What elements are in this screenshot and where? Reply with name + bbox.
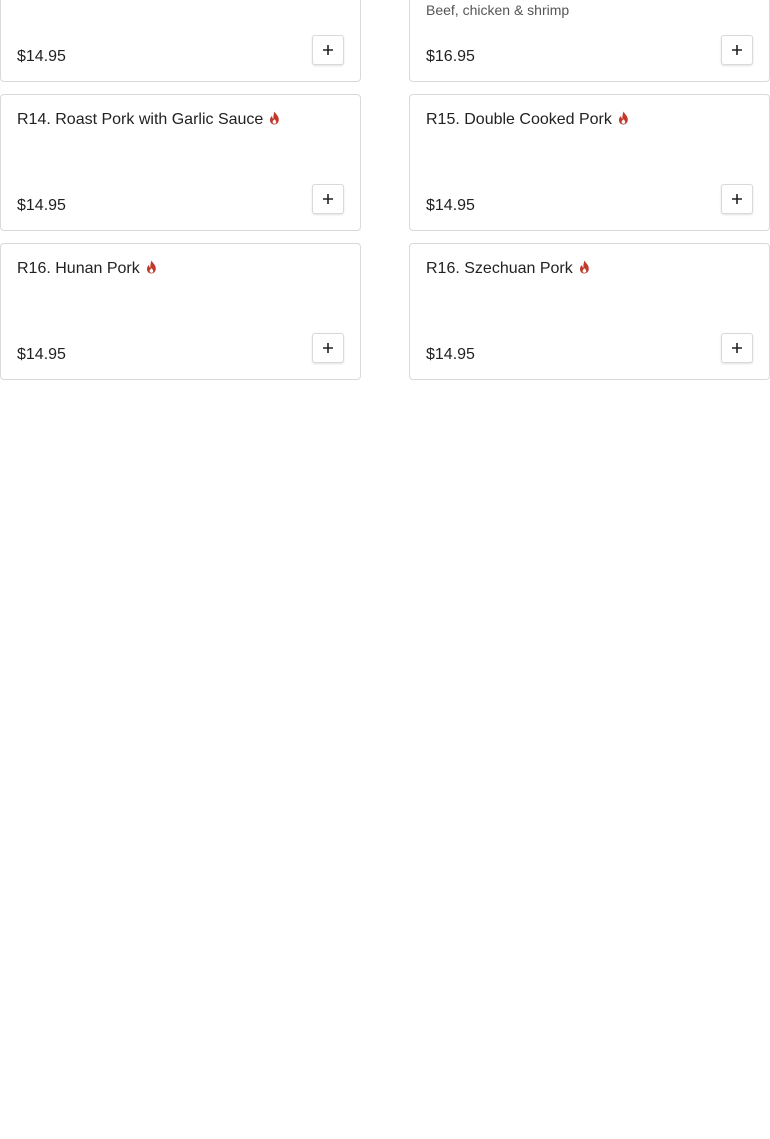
menu-item-price: $14.95 — [17, 346, 66, 363]
plus-icon — [732, 194, 742, 204]
add-item-button[interactable] — [312, 184, 344, 214]
menu-item-name: R16. Hunan Pork — [17, 259, 157, 279]
menu-item-card[interactable]: R15. Double Cooked Pork $14.95 — [409, 94, 770, 231]
menu-item-name: R14. Roast Pork with Garlic Sauce — [17, 110, 280, 130]
plus-icon — [732, 45, 742, 55]
menu-item-price: $14.95 — [426, 197, 475, 214]
menu-item-card[interactable]: R16. Hunan Pork $14.95 — [0, 243, 361, 380]
add-item-button[interactable] — [312, 35, 344, 65]
menu-item-name: R16. Szechuan Pork — [426, 259, 590, 279]
add-item-button[interactable] — [721, 333, 753, 363]
menu-item-card[interactable]: R14. Roast Pork with Garlic Sauce $14.95 — [0, 94, 361, 231]
flame-icon — [270, 111, 280, 125]
menu-item-card[interactable]: R16. Szechuan Pork $14.95 — [409, 243, 770, 380]
menu-item-description: Beef, chicken & shrimp — [426, 2, 570, 18]
flame-icon — [618, 111, 628, 125]
add-item-button[interactable] — [721, 184, 753, 214]
plus-icon — [323, 343, 333, 353]
menu-item-name-text: R16. Hunan Pork — [17, 260, 140, 277]
menu-item-name-text: R15. Double Cooked Pork — [426, 111, 612, 128]
menu-item-price: $14.95 — [426, 346, 475, 363]
plus-icon — [323, 45, 333, 55]
add-item-button[interactable] — [721, 35, 753, 65]
menu-item-name-text: R16. Szechuan Pork — [426, 260, 573, 277]
flame-icon — [146, 260, 156, 274]
add-item-button[interactable] — [312, 333, 344, 363]
flame-icon — [579, 260, 589, 274]
menu-item-card[interactable]: $14.95 — [0, 0, 361, 82]
plus-icon — [732, 343, 742, 353]
plus-icon — [323, 194, 333, 204]
menu-item-price: $14.95 — [17, 48, 66, 65]
menu-item-price: $16.95 — [426, 48, 475, 65]
menu-item-card[interactable]: Beef, chicken & shrimp $16.95 — [409, 0, 770, 82]
menu-item-price: $14.95 — [17, 197, 66, 214]
menu-item-name-text: R14. Roast Pork with Garlic Sauce — [17, 111, 264, 128]
menu-item-name: R15. Double Cooked Pork — [426, 110, 629, 130]
